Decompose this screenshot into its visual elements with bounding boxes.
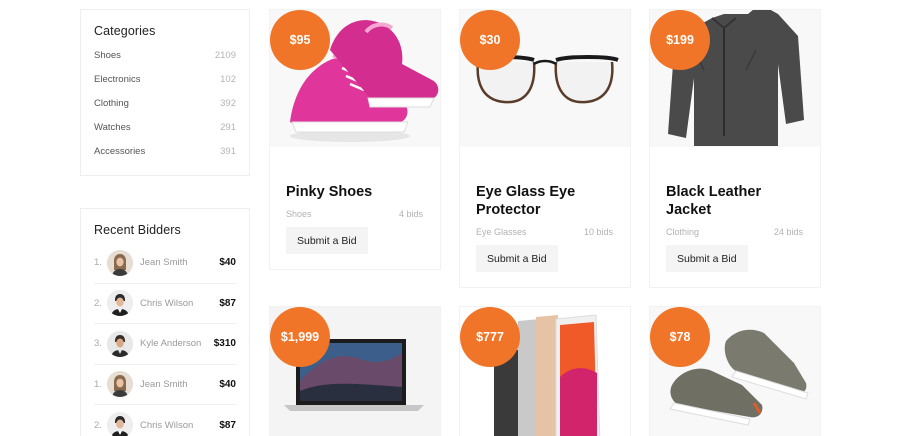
- submit-bid-button[interactable]: Submit a Bid: [476, 245, 558, 272]
- recent-bidders-title: Recent Bidders: [94, 223, 181, 237]
- product-bid-count: 4 bids: [398, 209, 423, 219]
- submit-bid-button[interactable]: Submit a Bid: [286, 227, 368, 254]
- category-count: 291: [220, 121, 236, 133]
- category-label: Electronics: [94, 74, 141, 86]
- bidder-rank: 1.: [94, 257, 102, 269]
- product-meta: Eye Glasses 10 bids: [476, 227, 613, 237]
- recent-bidders-widget: Recent Bidders 1. Jean Smith $40 2. Chri…: [80, 208, 250, 436]
- price-badge: $78: [650, 307, 710, 367]
- avatar: [107, 249, 133, 276]
- bidder-rank: 1.: [94, 378, 102, 390]
- product-card[interactable]: $78: [649, 306, 821, 436]
- product-title[interactable]: Pinky Shoes: [286, 183, 428, 201]
- bidder-rank: 2.: [94, 297, 102, 309]
- bid-amount: $40: [219, 257, 236, 269]
- submit-bid-button[interactable]: Submit a Bid: [666, 245, 748, 272]
- avatar: [107, 330, 133, 357]
- category-count: 391: [220, 145, 236, 157]
- category-item-shoes[interactable]: Shoes 2109: [94, 44, 236, 68]
- category-label: Shoes: [94, 50, 121, 62]
- categories-title: Categories: [94, 24, 156, 38]
- product-card[interactable]: $1,999: [269, 306, 441, 436]
- price-badge: $95: [270, 10, 330, 70]
- avatar: [107, 412, 133, 436]
- avatar: [107, 290, 133, 317]
- category-item-electronics[interactable]: Electronics 102: [94, 68, 236, 92]
- bid-amount: $87: [219, 297, 236, 309]
- category-item-watches[interactable]: Watches 291: [94, 115, 236, 139]
- bidder-name: Chris Wilson: [140, 297, 194, 309]
- price-badge: $199: [650, 10, 710, 70]
- category-count: 392: [220, 97, 236, 109]
- product-card[interactable]: $199 Black Leather Jacket Clothing 24 bi…: [649, 9, 821, 288]
- bidder-name: Jean Smith: [140, 378, 188, 390]
- price-badge: $1,999: [270, 307, 330, 367]
- bidder-name: Jean Smith: [140, 257, 188, 269]
- bidder-name: Kyle Anderson: [140, 338, 202, 350]
- bidder-row[interactable]: 3. Kyle Anderson $310: [94, 324, 236, 365]
- product-meta: Shoes 4 bids: [286, 209, 423, 219]
- product-category: Eye Glasses: [476, 227, 527, 237]
- product-category: Shoes: [286, 209, 312, 219]
- category-count: 2109: [214, 50, 236, 62]
- bidder-row[interactable]: 1. Jean Smith $40: [94, 243, 236, 284]
- product-meta: Clothing 24 bids: [666, 227, 803, 237]
- category-label: Clothing: [94, 97, 129, 109]
- bid-amount: $310: [213, 338, 236, 350]
- product-bid-count: 24 bids: [773, 227, 803, 237]
- category-item-clothing[interactable]: Clothing 392: [94, 92, 236, 116]
- product-title[interactable]: Black Leather Jacket: [666, 183, 808, 219]
- product-card[interactable]: $95 Pinky Shoes Shoes 4 bids Submit a Bi…: [269, 9, 441, 270]
- bid-amount: $40: [219, 378, 236, 390]
- product-title[interactable]: Eye Glass Eye Protector: [476, 183, 618, 219]
- bid-amount: $87: [219, 419, 236, 431]
- bidder-name: Chris Wilson: [140, 419, 194, 431]
- bidder-row[interactable]: 2. Chris Wilson $87: [94, 284, 236, 324]
- bidder-row[interactable]: 2. Chris Wilson $87: [94, 405, 236, 436]
- categories-widget: Categories Shoes 2109 Electronics 102 Cl…: [80, 9, 250, 176]
- bidder-rank: 3.: [94, 338, 102, 350]
- product-card[interactable]: $30 Eye Glass Eye Protector Eye Glasses …: [459, 9, 631, 288]
- product-bid-count: 10 bids: [583, 227, 613, 237]
- bidder-row[interactable]: 1. Jean Smith $40: [94, 365, 236, 405]
- product-card[interactable]: $777: [459, 306, 631, 436]
- price-badge: $777: [460, 307, 520, 367]
- bidder-rank: 2.: [94, 419, 102, 431]
- category-item-accessories[interactable]: Accessories 391: [94, 139, 236, 163]
- category-label: Watches: [94, 121, 131, 133]
- price-badge: $30: [460, 10, 520, 70]
- category-label: Accessories: [94, 145, 146, 157]
- category-count: 102: [220, 74, 236, 86]
- avatar: [107, 371, 133, 398]
- product-category: Clothing: [666, 227, 700, 237]
